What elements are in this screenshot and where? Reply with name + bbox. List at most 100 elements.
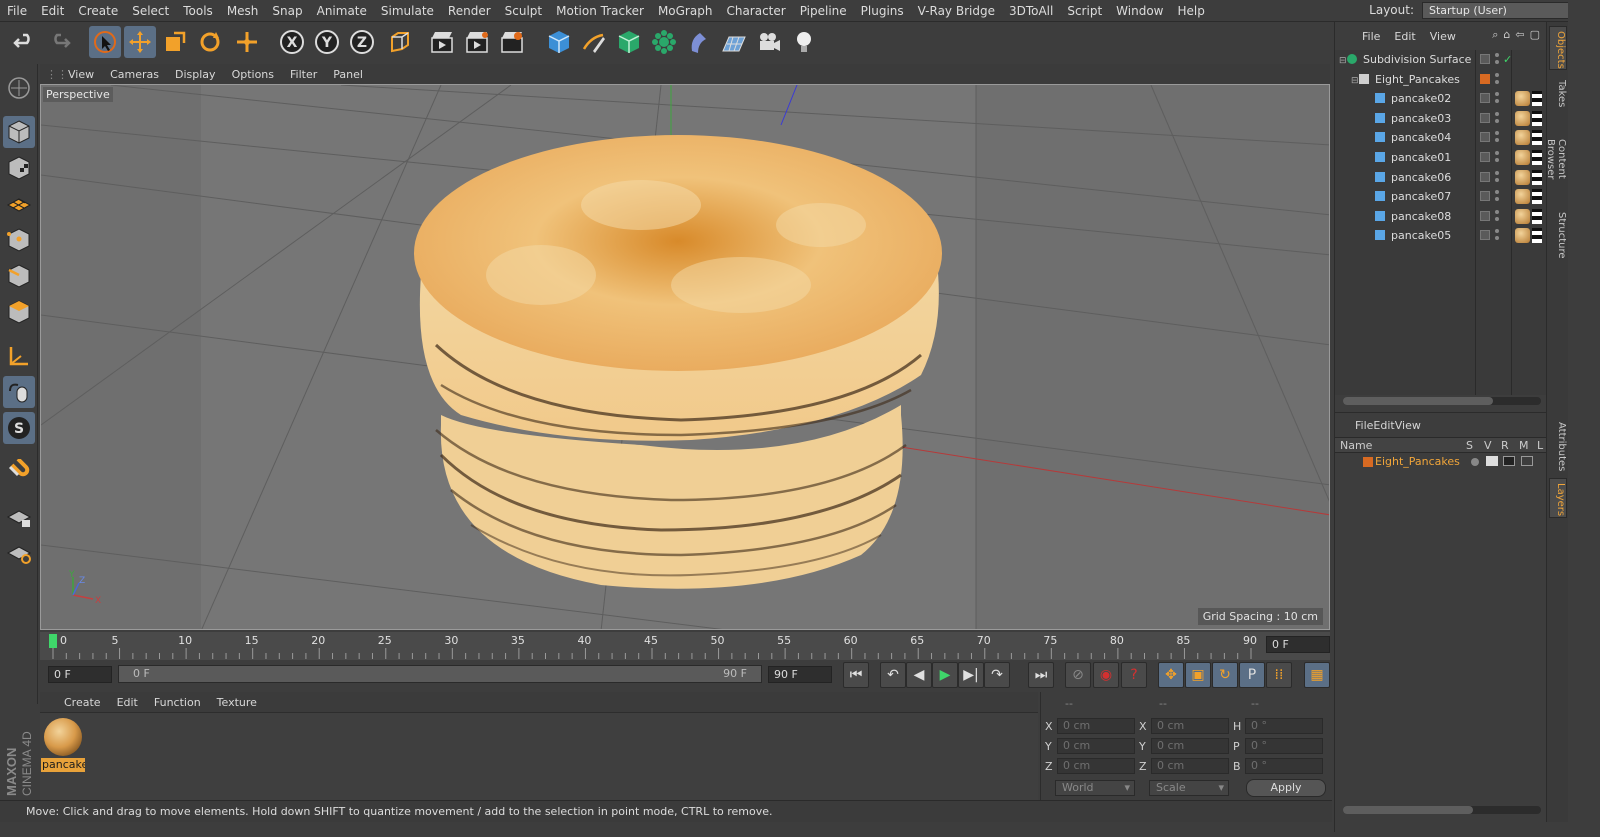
layer-column-r[interactable]: R [1501, 439, 1509, 452]
model-mode-button[interactable] [3, 116, 35, 148]
layer-column-name[interactable]: Name [1340, 439, 1372, 452]
next-key-button[interactable]: ↷ [984, 662, 1010, 688]
layer-manager-scrollbar[interactable] [1343, 806, 1541, 814]
apply-button[interactable]: Apply [1246, 779, 1326, 797]
menu-script[interactable]: Script [1060, 4, 1109, 18]
layout-select[interactable]: Startup (User)▼ [1422, 2, 1580, 19]
viewport-menu-panel[interactable]: Panel [325, 68, 371, 81]
scale-tool-button[interactable] [159, 26, 191, 58]
key-pla-button[interactable]: ⁞⁞ [1266, 662, 1292, 688]
object-name[interactable]: pancake02 [1391, 89, 1451, 108]
layer-menu-file[interactable]: File [1355, 419, 1373, 432]
object-row-pancake04[interactable]: pancake04 [1335, 128, 1547, 147]
coordinate-mode-select[interactable]: Scale ▾ [1149, 780, 1229, 796]
layer-column-v[interactable]: V [1484, 439, 1492, 452]
material-menu-texture[interactable]: Texture [209, 696, 265, 709]
layer-column-m[interactable]: M [1519, 439, 1529, 452]
edges-mode-button[interactable] [3, 260, 35, 292]
object-name[interactable]: pancake01 [1391, 148, 1451, 167]
viewport-menu-display[interactable]: Display [167, 68, 224, 81]
play-button[interactable]: ▶ [932, 662, 958, 688]
texture-tag-icon[interactable] [1532, 91, 1542, 107]
viewport-menu-view[interactable]: View [60, 68, 102, 81]
menu-mesh[interactable]: Mesh [220, 4, 266, 18]
previous-frame-button[interactable]: ◀ [906, 662, 932, 688]
side-tab-takes[interactable]: Takes [1549, 76, 1567, 112]
render-view-button[interactable] [426, 26, 458, 58]
pen-spline-button[interactable] [578, 26, 610, 58]
timeline-range-slider[interactable]: 0 F 90 F [118, 665, 762, 683]
layer-column-s[interactable]: S [1466, 439, 1473, 452]
object-row-pancake07[interactable]: pancake07 [1335, 187, 1547, 206]
menu-motion-tracker[interactable]: Motion Tracker [549, 4, 651, 18]
layer-color-icon[interactable] [1480, 73, 1490, 84]
solo-dot-icon[interactable] [1471, 458, 1479, 466]
texture-tag-icon[interactable] [1532, 150, 1542, 165]
object-menu-file[interactable]: File [1355, 30, 1387, 43]
menu-tools[interactable]: Tools [176, 4, 220, 18]
tree-expander-icon[interactable]: ⊟ [1339, 52, 1347, 71]
editor-visibility-dot[interactable] [1495, 151, 1499, 155]
material-swatch-pancake[interactable] [42, 716, 84, 758]
search-icon[interactable]: ⌕ [1492, 28, 1498, 42]
floor-object-button[interactable] [718, 26, 750, 58]
side-tab-layers[interactable]: Layers [1549, 478, 1567, 518]
render-visibility-dot[interactable] [1495, 216, 1499, 221]
previous-key-button[interactable]: ↶ [880, 662, 906, 688]
object-manager-scrollbar[interactable] [1343, 397, 1541, 405]
object-name[interactable]: Subdivision Surface [1363, 50, 1471, 69]
menu-help[interactable]: Help [1170, 4, 1211, 18]
material-tag-icon[interactable] [1515, 110, 1530, 126]
material-tag-icon[interactable] [1515, 208, 1530, 224]
keyframe-selection-button[interactable]: ? [1121, 662, 1147, 688]
material-tag-icon[interactable] [1515, 189, 1530, 205]
polygons-mode-button[interactable] [3, 296, 35, 328]
menu-plugins[interactable]: Plugins [854, 4, 911, 18]
move-tool-button[interactable] [124, 26, 156, 58]
make-editable-button[interactable] [3, 72, 35, 104]
menu-mograph[interactable]: MoGraph [651, 4, 720, 18]
menu-edit[interactable]: Edit [34, 4, 71, 18]
editor-visibility-dot[interactable] [1495, 92, 1499, 97]
pancake-stack-model[interactable] [414, 135, 942, 589]
viewport-menu-filter[interactable]: Filter [282, 68, 325, 81]
material-tag-icon[interactable] [1515, 169, 1530, 185]
material-tag-icon[interactable] [1515, 91, 1530, 107]
go-to-start-button[interactable]: ⏮ [843, 662, 869, 688]
coordinate-space-select[interactable]: World ▾ [1055, 780, 1135, 796]
playhead-marker[interactable] [49, 634, 57, 648]
object-row-pancake06[interactable]: pancake06 [1335, 168, 1547, 187]
menu-pipeline[interactable]: Pipeline [793, 4, 854, 18]
texture-tag-icon[interactable] [1532, 208, 1542, 224]
menu-3dtoall[interactable]: 3DToAll [1002, 4, 1060, 18]
object-row-pancake08[interactable]: pancake08 [1335, 207, 1547, 226]
texture-tag-icon[interactable] [1532, 189, 1542, 205]
render-visibility-dot[interactable] [1495, 138, 1499, 143]
object-name[interactable]: pancake06 [1391, 168, 1451, 187]
texture-tag-icon[interactable] [1532, 110, 1542, 126]
start-frame-field[interactable]: 0 F [48, 666, 112, 683]
snap-toggle-button[interactable]: S [3, 412, 35, 444]
key-rotation-button[interactable]: ↻ [1212, 662, 1238, 688]
undo-button[interactable] [8, 26, 40, 58]
viewport-menu-cameras[interactable]: Cameras [102, 68, 167, 81]
material-menu-create[interactable]: Create [56, 696, 109, 709]
points-mode-button[interactable] [3, 224, 35, 256]
layer-toggle-icon[interactable] [1480, 210, 1490, 221]
new-window-icon[interactable]: ▢ [1530, 28, 1540, 42]
deformer-button[interactable] [683, 26, 715, 58]
side-tab-attributes[interactable]: Attributes [1549, 418, 1567, 474]
camera-object-button[interactable] [753, 26, 785, 58]
visibility-eye-icon[interactable] [1486, 456, 1498, 466]
coord-value-field[interactable]: 0 cm [1151, 718, 1229, 734]
layer-toggle-icon[interactable] [1480, 152, 1490, 162]
menu-create[interactable]: Create [71, 4, 125, 18]
viewport-camera-label[interactable]: Perspective [43, 87, 113, 102]
layer-toggle-icon[interactable] [1480, 112, 1490, 123]
tree-expander-icon[interactable]: ⊟ [1351, 72, 1359, 91]
material-tag-icon[interactable] [1515, 150, 1530, 165]
render-picture-viewer-button[interactable] [461, 26, 493, 58]
layer-name[interactable]: Eight_Pancakes [1375, 455, 1460, 468]
object-name[interactable]: pancake07 [1391, 187, 1451, 206]
menu-sculpt[interactable]: Sculpt [498, 4, 549, 18]
